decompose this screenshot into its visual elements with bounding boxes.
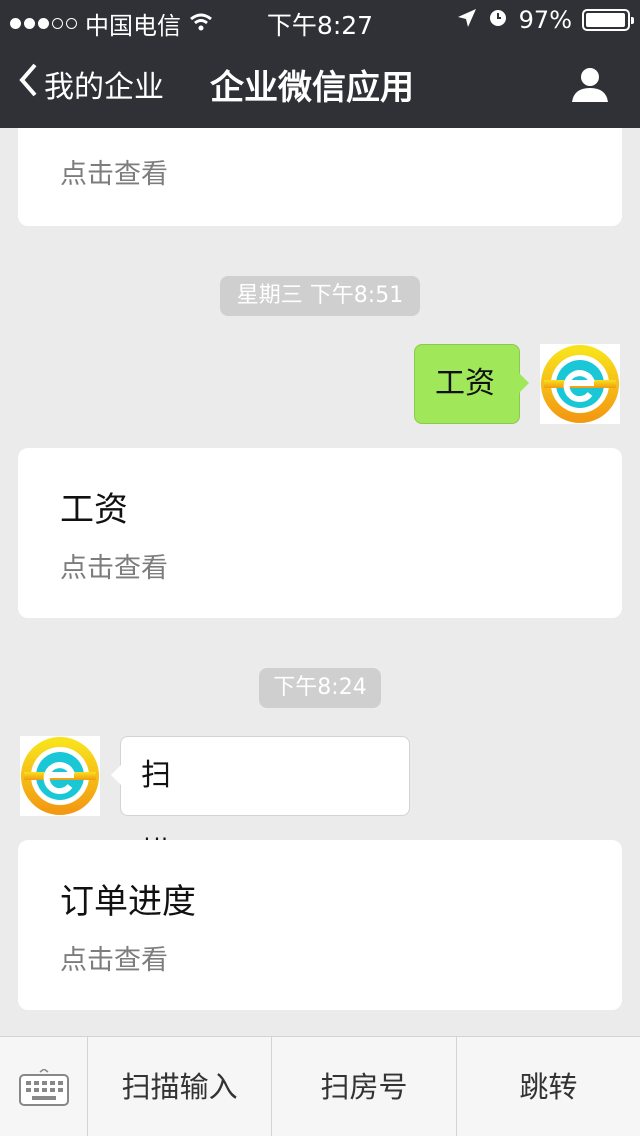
back-label: 我的企业 (44, 70, 164, 105)
bubble-tail (519, 373, 529, 393)
back-chevron-icon (18, 62, 38, 106)
card-title: 工资 (60, 490, 128, 530)
status-bar: 中国电信 下午8:27 97% (0, 0, 640, 40)
app-message-card[interactable]: 点击查看 (18, 128, 622, 226)
card-subtitle: 点击查看 (60, 945, 168, 976)
jump-button[interactable]: 跳转 (457, 1037, 640, 1136)
page-title: 企业微信应用 (210, 68, 414, 108)
battery-fill (586, 13, 625, 27)
timestamp: 下午8:24 (259, 668, 381, 708)
app-message-card[interactable]: 订单进度 点击查看 (18, 840, 622, 1010)
scan-room-button[interactable]: 扫房号 (272, 1037, 457, 1136)
keyboard-icon (19, 1069, 69, 1106)
app-logo-icon (21, 737, 99, 815)
battery-percent: 97% (518, 6, 572, 34)
scan-input-button[interactable]: 扫描输入 (88, 1037, 273, 1136)
chat-area[interactable]: 点击查看 星期三 下午8:51 工资 工资 点击查看 下午8:24 扫 订单进度… (0, 128, 640, 1036)
keyboard-toggle-button[interactable] (0, 1037, 88, 1136)
avatar[interactable] (540, 344, 620, 424)
location-arrow-icon (457, 6, 477, 34)
card-title: 订单进度 (60, 882, 196, 922)
nav-bar: 我的企业 企业微信应用 (0, 40, 640, 128)
incoming-message[interactable]: 扫描...181222001 (111, 736, 410, 871)
card-subtitle: 点击查看 (60, 159, 168, 190)
profile-icon[interactable] (570, 64, 610, 104)
message-text: 工资 (435, 366, 495, 401)
timestamp: 星期三 下午8:51 (220, 276, 420, 316)
avatar[interactable] (20, 736, 100, 816)
status-right: 97% (457, 6, 634, 34)
app-message-card[interactable]: 工资 点击查看 (18, 448, 622, 618)
bottom-menu: 扫描输入 扫房号 跳转 (0, 1036, 640, 1136)
back-button[interactable]: 我的企业 (18, 62, 164, 106)
battery-icon (582, 9, 634, 31)
card-subtitle: 点击查看 (60, 553, 168, 584)
outgoing-message[interactable]: 工资 (414, 344, 529, 424)
bubble-tail (111, 765, 121, 785)
alarm-icon (487, 6, 509, 34)
app-logo-icon (541, 345, 619, 423)
